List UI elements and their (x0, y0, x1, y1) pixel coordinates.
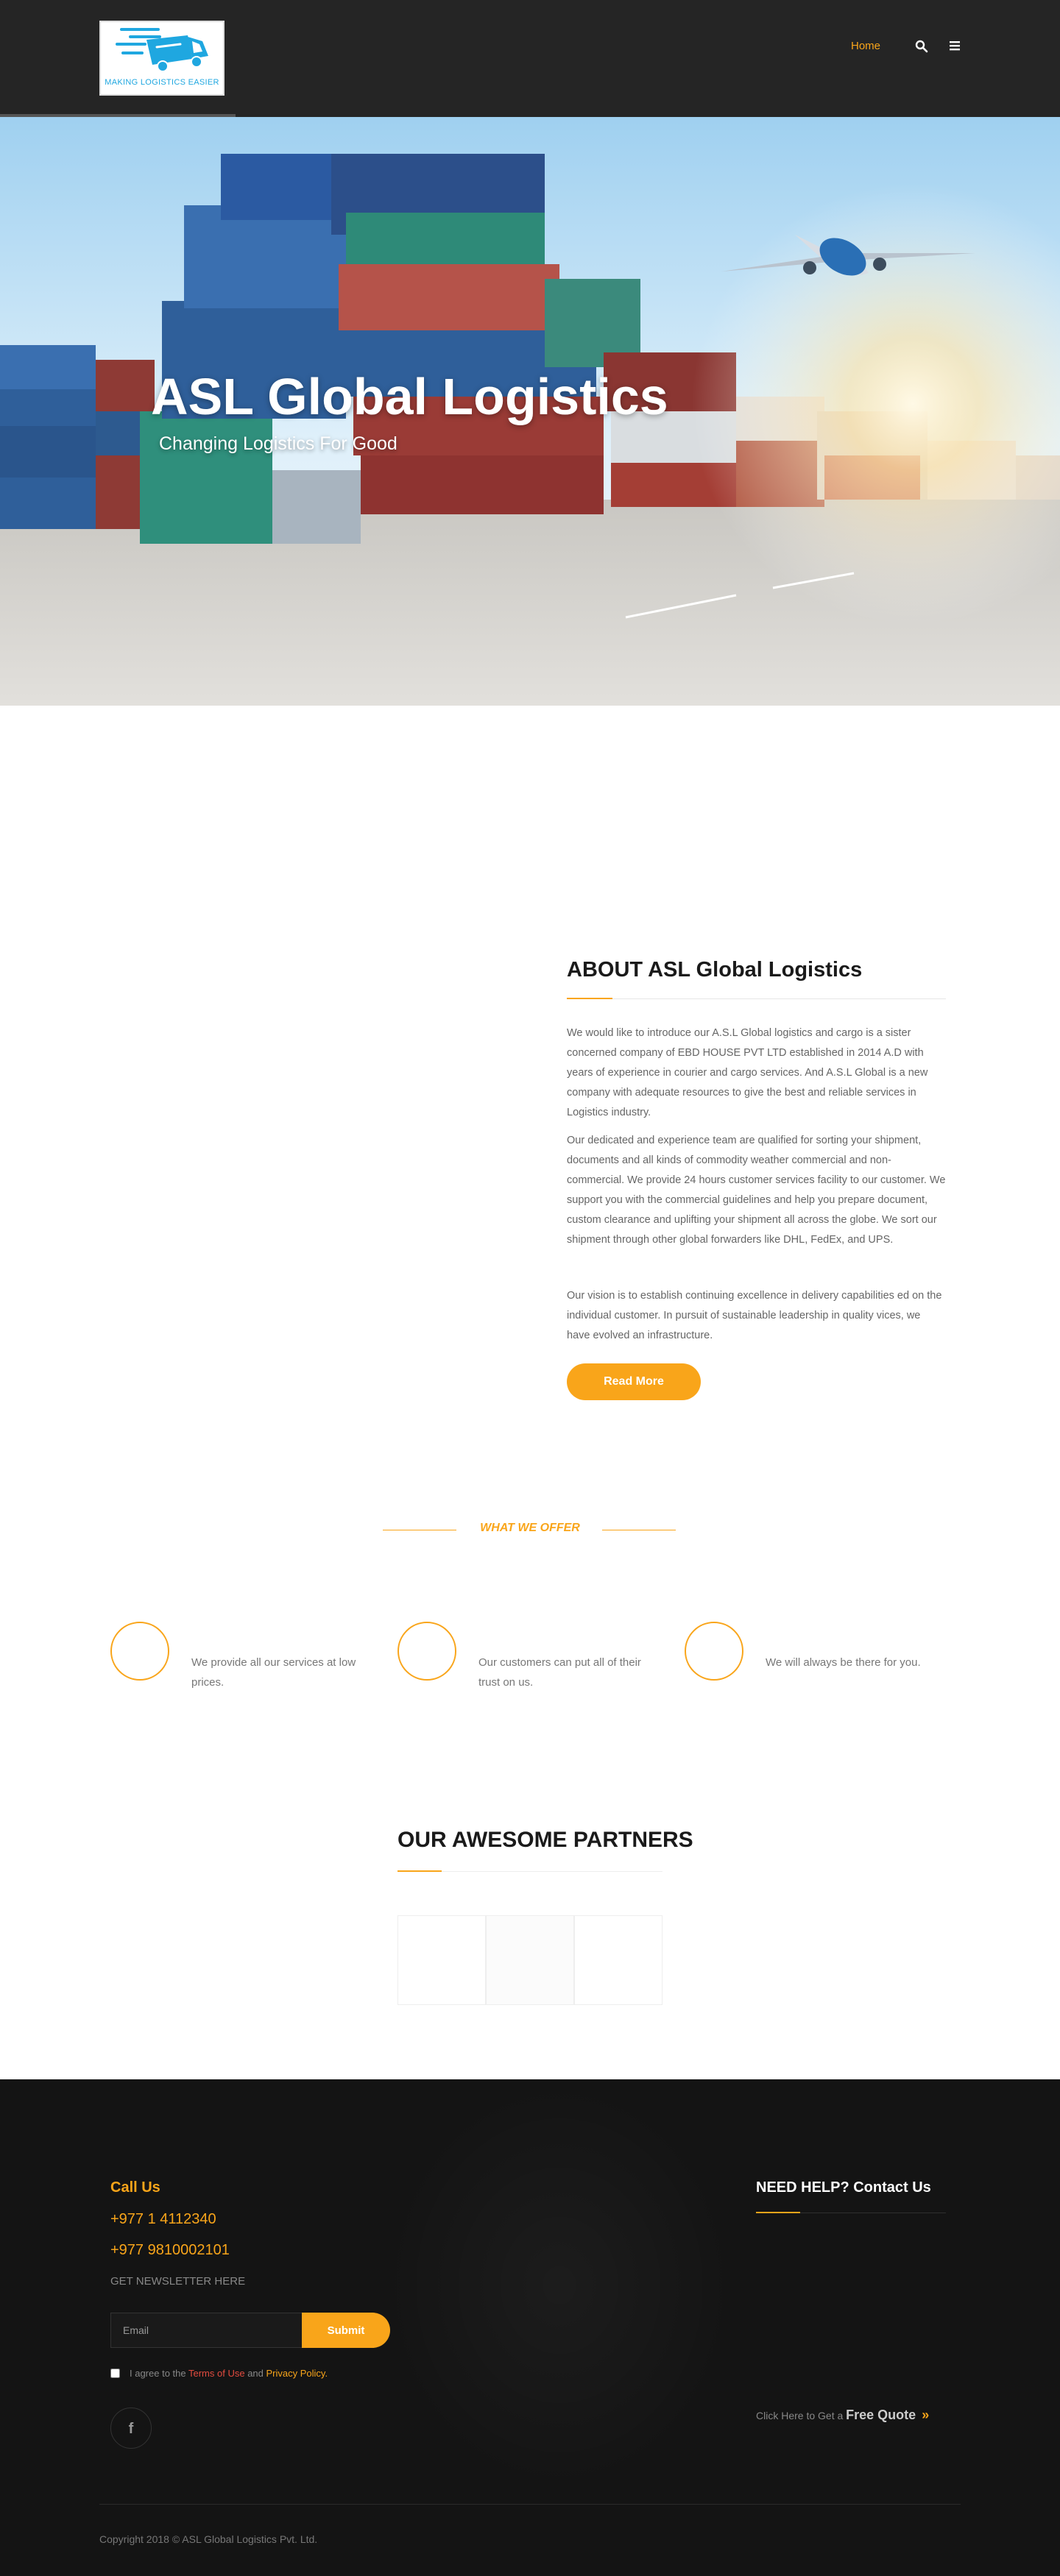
read-more-button[interactable]: Read More (567, 1363, 701, 1400)
about-divider (567, 998, 946, 999)
phone-number[interactable]: +977 9810002101 (110, 2242, 230, 2259)
about-paragraph: Our dedicated and experience team are qu… (567, 1135, 946, 1246)
about-title: ABOUT ASL Global Logistics (567, 958, 863, 982)
offer-item-text: We will always be there for you. (766, 1656, 921, 1669)
need-help-heading: NEED HELP? Contact Us (756, 2179, 931, 2196)
partner-logo-slot[interactable] (574, 1915, 662, 2005)
double-chevron-right-icon: » (922, 2408, 930, 2422)
terms-of-use-link[interactable]: Terms of Use (188, 2368, 245, 2379)
nav-home-link[interactable]: Home (851, 40, 880, 52)
offer-item-text: We provide all our services at low price… (191, 1656, 356, 1689)
agree-terms-checkbox[interactable] (110, 2369, 120, 2378)
about-paragraph: Our vision is to establish continuing ex… (567, 1290, 942, 1341)
hero-title: ASL Global Logistics (151, 368, 668, 425)
agree-prefix: I agree to the (130, 2368, 188, 2379)
footer-background-pattern (383, 2079, 736, 2491)
newsletter-label: GET NEWSLETTER HERE (110, 2275, 246, 2288)
about-divider-accent (567, 998, 612, 999)
need-help-divider-accent (756, 2212, 800, 2213)
agree-and: and (244, 2368, 266, 2379)
agree-terms-label: I agree to the Terms of Use and Privacy … (130, 2368, 328, 2379)
footer-divider (99, 2504, 961, 2505)
logo-tagline: MAKING LOGISTICS EASIER (105, 78, 219, 87)
quote-prefix: Click Here to Get a (756, 2410, 847, 2421)
free-quote-link[interactable]: Click Here to Get a Free Quote » (756, 2408, 929, 2423)
about-paragraph: We would like to introduce our A.S.L Glo… (567, 1027, 928, 1118)
privacy-policy-link[interactable]: Privacy Policy. (266, 2368, 328, 2379)
free-quote-label: Free Quote (846, 2408, 916, 2422)
menu-icon[interactable] (949, 40, 964, 54)
site-header: MAKING LOGISTICS EASIER Home (0, 0, 1060, 117)
offer-icon-circle (398, 1622, 456, 1681)
partners-title: OUR AWESOME PARTNERS (398, 1828, 693, 1852)
hero-banner: ASL Global Logistics Changing Logistics … (0, 117, 1060, 706)
search-icon[interactable] (915, 40, 930, 54)
partner-logo-slot[interactable] (486, 1915, 574, 2005)
facebook-icon[interactable]: f (110, 2408, 152, 2449)
call-us-heading: Call Us (110, 2179, 160, 2196)
partners-divider-accent (398, 1870, 442, 1872)
offer-heading: WHAT WE OFFER (480, 1522, 580, 1534)
site-logo[interactable]: MAKING LOGISTICS EASIER (99, 21, 225, 96)
hero-subtitle: Changing Logistics For Good (159, 433, 398, 454)
copyright-text: Copyright 2018 © ASL Global Logistics Pv… (99, 2533, 318, 2545)
newsletter-submit-button[interactable]: Submit (302, 2313, 390, 2348)
partner-logo-slot[interactable] (398, 1915, 486, 2005)
newsletter-email-input[interactable] (110, 2313, 303, 2348)
offer-icon-circle (110, 1622, 169, 1681)
offer-item-text: Our customers can put all of their trust… (478, 1656, 641, 1689)
phone-number[interactable]: +977 1 4112340 (110, 2211, 216, 2228)
offer-icon-circle (685, 1622, 743, 1681)
